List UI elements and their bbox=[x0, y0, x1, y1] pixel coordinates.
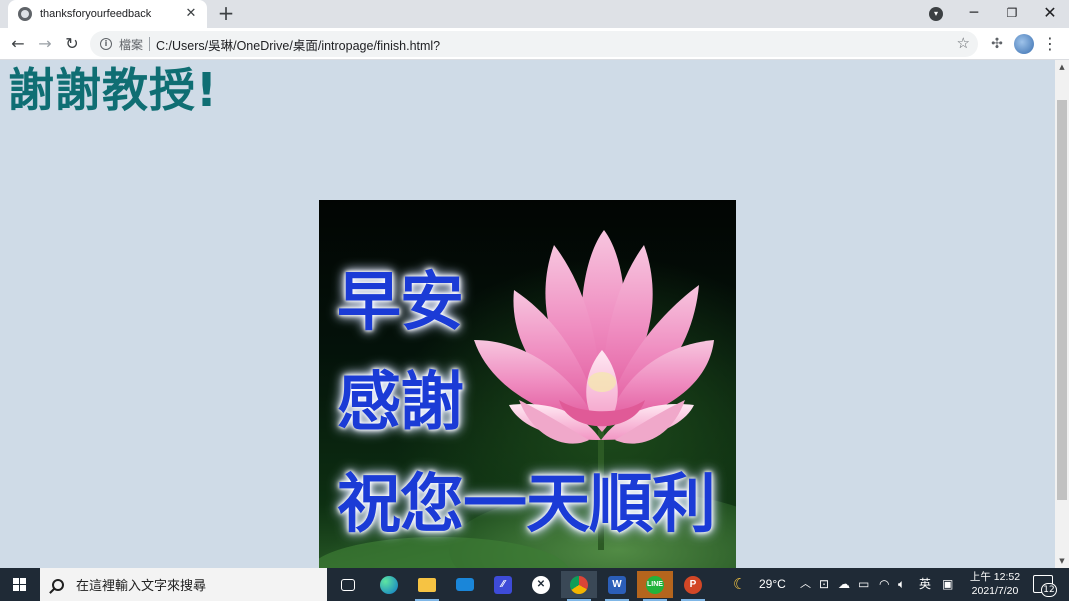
edge-app[interactable] bbox=[371, 571, 407, 598]
line-app[interactable]: LINE bbox=[637, 571, 673, 601]
reload-button[interactable]: ↻ bbox=[60, 32, 84, 56]
forward-button[interactable]: → bbox=[33, 32, 57, 56]
pen-app[interactable]: ⁄⁄ bbox=[485, 571, 521, 598]
kebab-menu-icon[interactable]: ⋮ bbox=[1042, 32, 1058, 56]
bookmark-star-icon[interactable]: ☆ bbox=[957, 34, 970, 52]
pen-icon: ⁄⁄ bbox=[494, 575, 512, 594]
vertical-scrollbar[interactable]: ▲ ▼ bbox=[1055, 60, 1069, 568]
clock-time: 上午 12:52 bbox=[969, 571, 1021, 583]
greeting-line-1: 早安 bbox=[337, 266, 464, 340]
restore-button[interactable]: ❐ bbox=[993, 0, 1031, 28]
xbox-icon: ✕ bbox=[532, 575, 550, 594]
powerpoint-app[interactable]: P bbox=[675, 571, 711, 601]
task-view-icon bbox=[341, 578, 355, 591]
greeting-line-3: 祝您一天順利 bbox=[337, 468, 716, 542]
lotus-greeting-image: 早安 感謝 祝您一天順利 bbox=[319, 200, 736, 568]
windows-logo-icon bbox=[13, 578, 19, 584]
minimize-button[interactable]: ─ bbox=[955, 0, 993, 28]
edge-icon bbox=[380, 575, 398, 594]
security-icon[interactable]: ⊡ bbox=[819, 568, 829, 601]
back-button[interactable]: ← bbox=[6, 32, 30, 56]
word-icon: W bbox=[608, 575, 626, 594]
xbox-app[interactable]: ✕ bbox=[523, 571, 559, 598]
file-explorer-app[interactable] bbox=[409, 571, 445, 601]
browser-toolbar: ← → ↻ i 檔案 C:/Users/吳琳/OneDrive/桌面/intro… bbox=[0, 28, 1069, 60]
taskbar-clock[interactable]: 上午 12:52 2021/7/20 bbox=[962, 570, 1028, 598]
battery-icon[interactable]: ▭ bbox=[858, 568, 869, 601]
powerpoint-icon: P bbox=[684, 575, 702, 594]
folder-icon bbox=[418, 577, 436, 592]
scrollbar-thumb[interactable] bbox=[1057, 100, 1067, 500]
greeting-line-2: 感謝 bbox=[337, 366, 464, 440]
notification-count-badge: 12 bbox=[1041, 583, 1057, 597]
search-placeholder: 在這裡輸入文字來搜尋 bbox=[76, 579, 207, 594]
address-bar[interactable]: i 檔案 C:/Users/吳琳/OneDrive/桌面/intropage/f… bbox=[90, 31, 978, 57]
temperature[interactable]: 29°C bbox=[759, 568, 786, 601]
onedrive-cloud-icon[interactable]: ☁ bbox=[838, 568, 850, 601]
wifi-icon[interactable]: ◠ bbox=[879, 568, 889, 601]
info-icon[interactable]: i bbox=[100, 38, 112, 50]
tab-close-icon[interactable]: ✕ bbox=[183, 6, 199, 22]
search-icon bbox=[52, 578, 64, 591]
url-text[interactable]: C:/Users/吳琳/OneDrive/桌面/intropage/finish… bbox=[156, 35, 440, 54]
chrome-icon bbox=[570, 575, 588, 594]
page-content: 謝謝教授! 早安 感謝 祝您一天順利 bbox=[0, 60, 1055, 568]
chrome-app[interactable] bbox=[561, 571, 597, 601]
mail-app[interactable] bbox=[447, 571, 483, 598]
tab-search-icon[interactable]: ▾ bbox=[929, 7, 943, 21]
taskbar-search-box[interactable]: 在這裡輸入文字來搜尋 bbox=[40, 568, 327, 601]
file-chip: 檔案 bbox=[119, 37, 144, 52]
windows-taskbar: 在這裡輸入文字來搜尋 ⁄⁄ ✕ W LINE P ☾ 29°C ︿ ⊡ ☁ ▭ … bbox=[0, 568, 1069, 601]
moon-weather-icon[interactable]: ☾ bbox=[733, 568, 746, 601]
speaker-icon[interactable]: 🔈︎ bbox=[898, 568, 905, 601]
start-button[interactable] bbox=[0, 568, 40, 601]
globe-icon bbox=[18, 7, 32, 21]
scroll-down-arrow-icon[interactable]: ▼ bbox=[1055, 554, 1069, 568]
keyboard-layout-icon[interactable]: ▣ bbox=[942, 568, 953, 601]
chevron-up-icon[interactable]: ︿ bbox=[800, 568, 811, 601]
word-app[interactable]: W bbox=[599, 571, 635, 601]
extensions-puzzle-icon[interactable]: ✣ bbox=[987, 34, 1007, 54]
scroll-up-arrow-icon[interactable]: ▲ bbox=[1055, 60, 1069, 74]
ime-indicator[interactable]: 英 bbox=[919, 568, 931, 601]
new-tab-button[interactable]: + bbox=[215, 3, 237, 25]
tab-title: thanksforyourfeedback bbox=[40, 8, 152, 20]
clock-date: 2021/7/20 bbox=[971, 585, 1019, 597]
mail-icon bbox=[456, 578, 474, 591]
page-title: 謝謝教授! bbox=[8, 63, 218, 117]
profile-avatar[interactable] bbox=[1014, 34, 1034, 54]
close-window-button[interactable]: ✕ bbox=[1031, 0, 1069, 28]
line-icon: LINE bbox=[646, 575, 664, 594]
task-view-button[interactable] bbox=[330, 571, 366, 598]
browser-tab[interactable]: thanksforyourfeedback ✕ bbox=[8, 0, 207, 28]
divider bbox=[149, 37, 151, 51]
tab-strip: thanksforyourfeedback ✕ + ▾ ─ ❐ ✕ bbox=[0, 0, 1069, 28]
